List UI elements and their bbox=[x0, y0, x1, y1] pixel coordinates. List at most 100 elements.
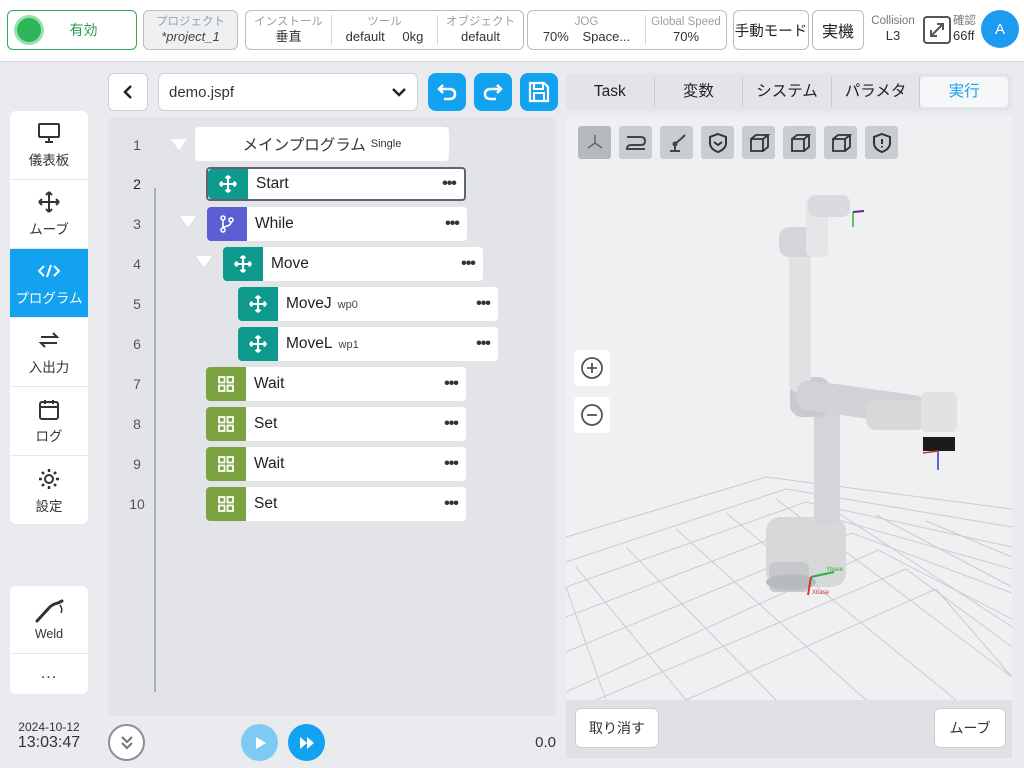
save-icon bbox=[528, 81, 550, 103]
waypoint-label: wp0 bbox=[337, 299, 358, 311]
install-label: インストール bbox=[254, 16, 323, 28]
tab-system[interactable]: システム bbox=[743, 77, 832, 107]
swap-arrows-icon bbox=[38, 328, 60, 352]
jog-segment[interactable]: JOG 70% Space... bbox=[528, 15, 646, 45]
collapse-toggle-while[interactable] bbox=[180, 216, 196, 227]
robot-3d-viewport[interactable]: Ybase Xbase bbox=[565, 117, 1013, 758]
jog-label: JOG bbox=[574, 16, 599, 28]
cancel-button[interactable]: 取り消す bbox=[575, 708, 659, 748]
tab-task[interactable]: Task bbox=[566, 77, 655, 107]
grid-icon bbox=[206, 447, 246, 481]
speed-value: 0.0 bbox=[535, 734, 556, 751]
jog-percent: 70% bbox=[542, 29, 569, 44]
tab-variables[interactable]: 変数 bbox=[655, 77, 744, 107]
main-program-mode: Single bbox=[370, 138, 402, 150]
save-button[interactable] bbox=[520, 73, 558, 111]
program-node-movel[interactable]: MoveL wp1 ••• bbox=[238, 327, 498, 361]
chevron-left-icon bbox=[123, 85, 132, 99]
node-more-button[interactable]: ••• bbox=[434, 175, 464, 193]
nav-item-log[interactable]: ログ bbox=[10, 387, 88, 456]
line-number: 1 bbox=[133, 137, 141, 153]
node-more-button[interactable]: ••• bbox=[436, 375, 466, 393]
program-node-wait[interactable]: Wait ••• bbox=[206, 447, 466, 481]
view-shield-button[interactable] bbox=[701, 126, 734, 159]
node-name: MoveJ bbox=[286, 295, 332, 312]
expand-icon[interactable] bbox=[923, 16, 951, 44]
nav-item-label: 設定 bbox=[35, 498, 63, 514]
main-nav: 儀表板 ムーブ プログラム 入出力 ログ 設定 bbox=[10, 111, 88, 524]
back-button[interactable] bbox=[108, 73, 148, 111]
right-tab-bar: Task 変数 システム パラメタ 実行 bbox=[566, 73, 1012, 111]
nav-item-dashboard[interactable]: 儀表板 bbox=[10, 111, 88, 180]
nav-item-label: ログ bbox=[35, 429, 63, 444]
install-segment[interactable]: インストール 垂直 bbox=[246, 15, 332, 45]
jog-speed-panel[interactable]: JOG 70% Space... Global Speed 70% bbox=[527, 10, 727, 50]
view-cube-front-button[interactable] bbox=[742, 126, 775, 159]
project-indicator[interactable]: プロジェクト *project_1 bbox=[143, 10, 238, 50]
program-node-wait[interactable]: Wait ••• bbox=[206, 367, 466, 401]
nav-item-label: 儀表板 bbox=[28, 153, 70, 168]
view-iso-button[interactable] bbox=[578, 126, 611, 159]
line-number: 2 bbox=[133, 176, 141, 192]
node-more-button[interactable]: ••• bbox=[436, 495, 466, 513]
view-path-button[interactable] bbox=[619, 126, 652, 159]
cube-icon bbox=[749, 133, 770, 152]
move-arrows-icon bbox=[223, 247, 263, 281]
object-segment[interactable]: オブジェクト default bbox=[438, 15, 523, 45]
global-speed-segment[interactable]: Global Speed 70% bbox=[646, 15, 726, 45]
program-node-while[interactable]: While ••• bbox=[207, 207, 467, 241]
nav-item-io[interactable]: 入出力 bbox=[10, 318, 88, 387]
node-more-button[interactable]: ••• bbox=[468, 335, 498, 353]
collision-indicator[interactable]: Collision L3 bbox=[868, 14, 918, 44]
tab-run[interactable]: 実行 bbox=[920, 77, 1008, 107]
redo-button[interactable] bbox=[474, 73, 512, 111]
more-menu-button[interactable]: ... bbox=[10, 654, 88, 694]
node-label: Set bbox=[254, 415, 278, 432]
node-more-button[interactable]: ••• bbox=[453, 255, 483, 273]
confirm-indicator[interactable]: 確認 66ff bbox=[953, 14, 983, 44]
node-more-button[interactable]: ••• bbox=[468, 295, 498, 313]
jog-mode: Space... bbox=[582, 29, 631, 44]
nav-item-move[interactable]: ムーブ bbox=[10, 180, 88, 249]
zoom-out-icon bbox=[581, 404, 603, 426]
real-machine-button[interactable]: 実機 bbox=[812, 10, 864, 50]
nav-item-program[interactable]: プログラム bbox=[10, 249, 88, 318]
nav-item-settings[interactable]: 設定 bbox=[10, 456, 88, 524]
undo-button[interactable] bbox=[428, 73, 466, 111]
zoom-out-button[interactable] bbox=[574, 397, 610, 433]
view-safety-button[interactable] bbox=[865, 126, 898, 159]
view-cube-top-button[interactable] bbox=[824, 126, 857, 159]
tool-segment[interactable]: ツール default 0kg bbox=[332, 15, 438, 45]
branch-icon bbox=[207, 207, 247, 241]
collapse-toggle-main[interactable] bbox=[171, 139, 187, 150]
program-node-set[interactable]: Set ••• bbox=[206, 407, 466, 441]
play-button[interactable] bbox=[241, 724, 278, 761]
user-avatar[interactable]: A bbox=[981, 10, 1019, 48]
file-select[interactable]: demo.jspf bbox=[158, 73, 418, 111]
program-node-start[interactable]: Start ••• bbox=[206, 167, 466, 201]
zoom-in-button[interactable] bbox=[574, 350, 610, 386]
view-robot-button[interactable] bbox=[660, 126, 693, 159]
view-cube-side-button[interactable] bbox=[783, 126, 816, 159]
tab-parameters[interactable]: パラメタ bbox=[832, 77, 921, 107]
main-program-node[interactable]: メインプログラム Single bbox=[195, 127, 449, 161]
step-forward-button[interactable] bbox=[288, 724, 325, 761]
confirm-label: 確認 bbox=[953, 15, 976, 27]
node-more-button[interactable]: ••• bbox=[436, 415, 466, 433]
node-more-button[interactable]: ••• bbox=[437, 215, 467, 233]
nav-item-weld[interactable]: Weld bbox=[10, 586, 88, 654]
program-node-move[interactable]: Move ••• bbox=[223, 247, 483, 281]
collapse-toggle-move[interactable] bbox=[196, 256, 212, 267]
axis-label-y: Ybase bbox=[826, 567, 844, 573]
install-tool-object-panel[interactable]: インストール 垂直 ツール default 0kg オブジェクト default bbox=[245, 10, 524, 50]
expand-toolbox-button[interactable] bbox=[108, 724, 145, 761]
node-more-button[interactable]: ••• bbox=[436, 455, 466, 473]
node-label: Wait bbox=[254, 375, 285, 392]
manual-mode-button[interactable]: 手動モード bbox=[733, 10, 809, 50]
move-button[interactable]: ムーブ bbox=[934, 708, 1006, 748]
calendar-icon bbox=[39, 397, 59, 421]
program-node-movej[interactable]: MoveJ wp0 ••• bbox=[238, 287, 498, 321]
enable-button[interactable]: 有効 bbox=[7, 10, 137, 50]
global-speed-label: Global Speed bbox=[651, 16, 721, 28]
program-node-set[interactable]: Set ••• bbox=[206, 487, 466, 521]
